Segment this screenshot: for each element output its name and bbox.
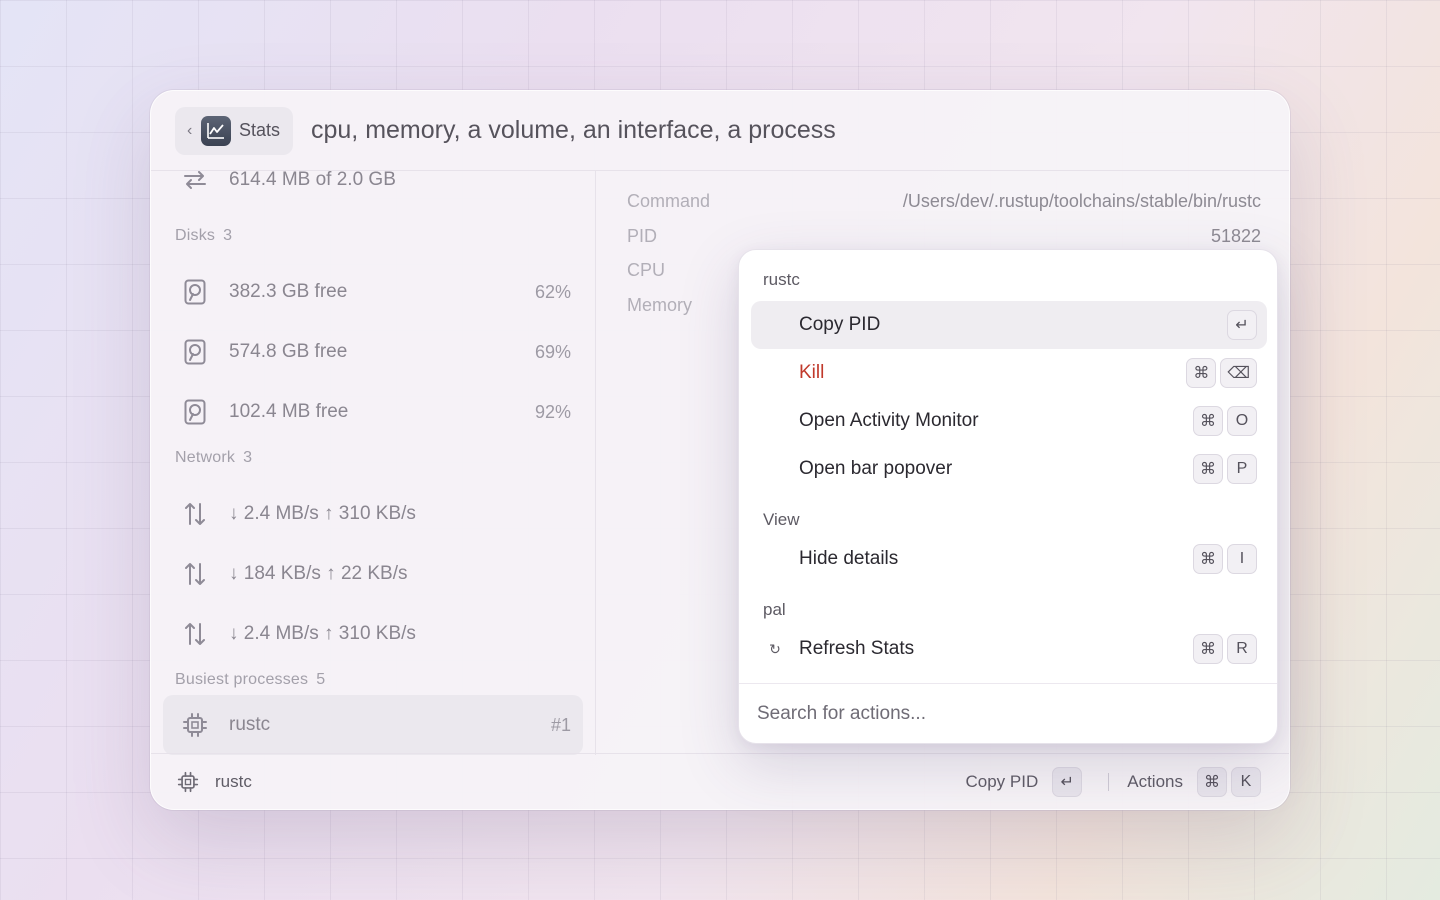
chevron-left-icon: ‹ <box>187 121 193 139</box>
action-open-activity-monitor[interactable]: Open Activity Monitor ⌘ O <box>751 397 1267 445</box>
command-key-hint: ⌘ <box>1186 358 1217 388</box>
up-down-arrows-icon <box>177 621 213 647</box>
command-key-hint: ⌘ <box>1197 766 1227 797</box>
refresh-icon: ↻ <box>769 640 781 657</box>
return-key-hint: ↵ <box>1227 310 1257 340</box>
list-item-label: 574.8 GB free <box>229 341 348 362</box>
list-item-network[interactable]: ↓ 2.4 MB/s ↑ 310 KB/s <box>163 485 583 543</box>
action-label: Kill <box>799 362 825 383</box>
action-copy-pid[interactable]: Copy PID ↵ <box>751 301 1267 349</box>
section-network: Network 3 <box>175 449 253 466</box>
popover-section-title: View <box>763 510 800 529</box>
action-kill[interactable]: Kill ⌘ ⌫ <box>751 349 1267 397</box>
action-label: Refresh Stats <box>799 638 915 659</box>
footer-divider <box>1108 772 1110 791</box>
detail-value: /Users/dev/.rustup/toolchains/stable/bin… <box>902 190 1261 211</box>
list-item-value: 92% <box>534 401 571 422</box>
r-key-hint: R <box>1227 634 1257 664</box>
action-refresh-stats[interactable]: ↻ Refresh Stats ⌘ R <box>751 625 1267 673</box>
header: ‹ Stats cpu, memory, a volume, an interf… <box>151 91 1289 171</box>
app-name: Stats <box>239 120 281 140</box>
action-search-input[interactable] <box>757 702 1237 725</box>
list-item-label: rustc <box>229 714 271 735</box>
detail-row: Command /Users/dev/.rustup/toolchains/st… <box>627 186 1261 216</box>
detail-value: 51822 <box>1210 225 1261 246</box>
footer-actions: Copy PID ↵ Actions ⌘ K <box>966 766 1261 797</box>
shortcut-keys: ⌘ P <box>1189 454 1257 484</box>
command-key-hint: ⌘ <box>1193 634 1223 664</box>
return-key-hint: ↵ <box>1052 766 1083 797</box>
chart-icon <box>201 115 231 146</box>
results-list: 614.4 MB of 2.0 GB Disks 3 382.3 GB free … <box>151 171 596 755</box>
shortcut-keys: ⌘ I <box>1189 544 1257 574</box>
shortcut-keys: ⌘ O <box>1189 406 1257 436</box>
list-item-memory[interactable]: 614.4 MB of 2.0 GB <box>163 171 583 209</box>
popover-section-title: rustc <box>763 270 800 289</box>
i-key-hint: I <box>1227 544 1257 574</box>
shortcut-keys: ⌘ ⌫ <box>1182 358 1257 388</box>
footer-bar: rustc Copy PID ↵ Actions ⌘ K <box>151 753 1289 809</box>
action-label: Open Activity Monitor <box>799 410 979 431</box>
detail-row: PID 51822 <box>627 221 1261 251</box>
delete-key-hint: ⌫ <box>1220 358 1257 388</box>
action-hide-details[interactable]: Hide details ⌘ I <box>751 535 1267 583</box>
action-search-bar <box>739 683 1277 743</box>
detail-key: Command <box>627 190 711 211</box>
shortcut-keys: ⌘ R <box>1189 634 1257 664</box>
primary-action-button[interactable]: Copy PID <box>966 772 1039 792</box>
list-item-value: #1 <box>550 714 571 735</box>
list-item-disk[interactable]: 574.8 GB free 69% <box>163 323 583 381</box>
search-query[interactable]: cpu, memory, a volume, an interface, a p… <box>311 116 836 145</box>
action-open-bar-popover[interactable]: Open bar popover ⌘ P <box>751 445 1267 493</box>
section-processes: Busiest processes 5 <box>175 671 326 688</box>
footer-title: rustc <box>215 771 252 791</box>
command-key-hint: ⌘ <box>1193 454 1223 484</box>
list-item-process[interactable]: rustc #1 <box>163 695 583 755</box>
list-item-label: ↓ 2.4 MB/s ↑ 310 KB/s <box>229 623 416 644</box>
up-down-arrows-icon <box>177 561 213 587</box>
list-item-label: 382.3 GB free <box>229 281 348 302</box>
list-item-label: 102.4 MB free <box>229 401 349 422</box>
action-label: Copy PID <box>799 314 881 335</box>
list-item-value: 62% <box>534 281 571 302</box>
list-item-label: ↓ 184 KB/s ↑ 22 KB/s <box>229 563 408 584</box>
cpu-chip-icon <box>177 712 213 738</box>
action-label: Hide details <box>799 548 899 569</box>
list-item-disk[interactable]: 102.4 MB free 92% <box>163 383 583 441</box>
p-key-hint: P <box>1227 454 1257 484</box>
o-key-hint: O <box>1227 406 1257 436</box>
up-down-arrows-icon <box>177 501 213 527</box>
detail-key: CPU <box>627 259 666 280</box>
command-key-hint: ⌘ <box>1193 544 1223 574</box>
detail-key: Memory <box>627 294 693 315</box>
list-item-label: ↓ 2.4 MB/s ↑ 310 KB/s <box>229 503 416 524</box>
list-item-network[interactable]: ↓ 2.4 MB/s ↑ 310 KB/s <box>163 605 583 663</box>
disk-icon <box>177 339 213 365</box>
list-item-label: 614.4 MB of 2.0 GB <box>229 171 396 190</box>
disk-icon <box>177 399 213 425</box>
action-label: Open bar popover <box>799 458 953 479</box>
shortcut-keys: ↵ <box>1223 310 1257 340</box>
list-item-value: 69% <box>534 341 571 362</box>
detail-key: PID <box>627 225 658 246</box>
command-key-hint: ⌘ <box>1193 406 1223 436</box>
actions-button[interactable]: Actions <box>1127 772 1183 792</box>
swap-arrows-icon <box>177 171 213 190</box>
actions-popover: rustc Copy PID ↵ Kill ⌘ ⌫ Open Activity … <box>738 249 1278 744</box>
section-disks: Disks 3 <box>175 227 233 244</box>
k-key-hint: K <box>1231 766 1261 797</box>
disk-icon <box>177 279 213 305</box>
popover-section-title: pal <box>763 600 786 619</box>
cpu-chip-icon <box>177 771 199 793</box>
list-item-network[interactable]: ↓ 184 KB/s ↑ 22 KB/s <box>163 545 583 603</box>
list-item-disk[interactable]: 382.3 GB free 62% <box>163 263 583 321</box>
back-button[interactable]: ‹ Stats <box>175 106 293 155</box>
